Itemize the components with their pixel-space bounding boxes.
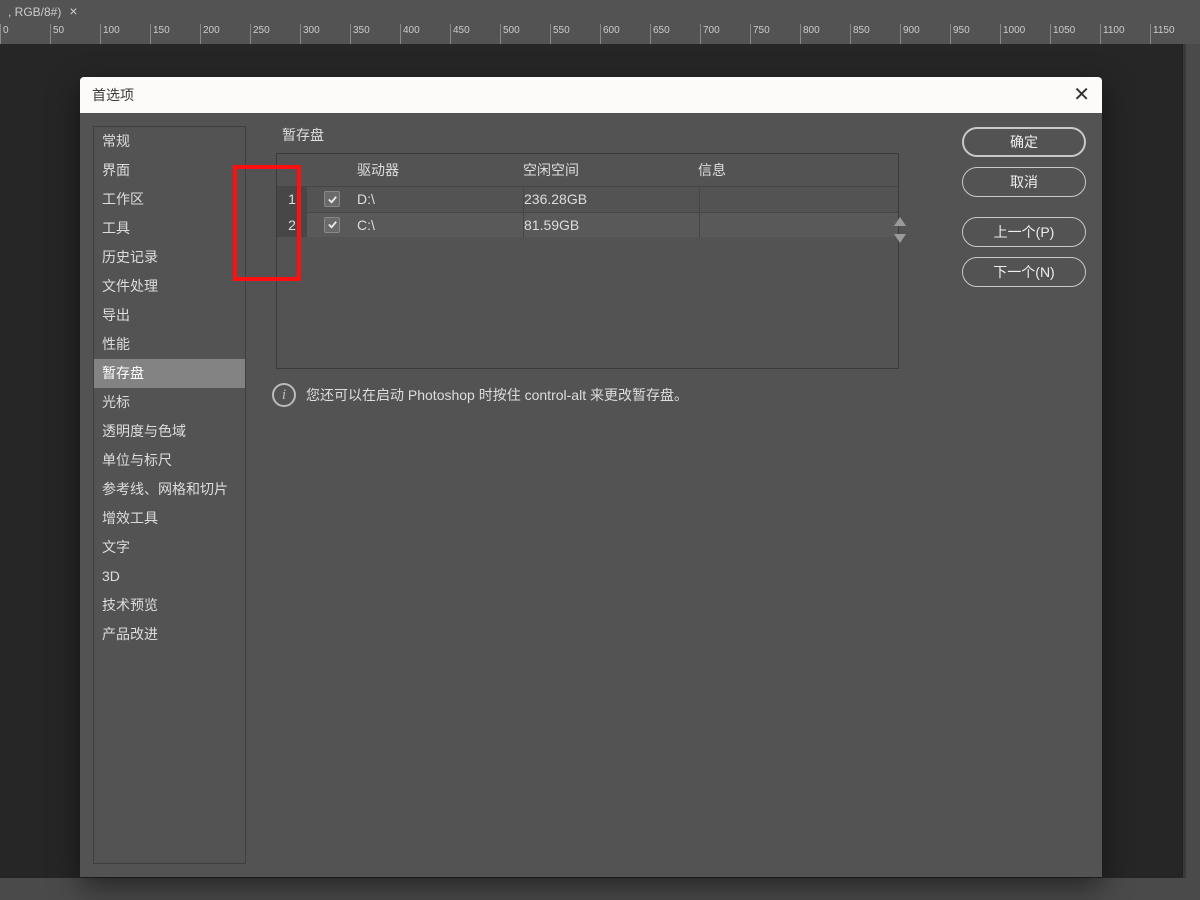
sidebar-item[interactable]: 单位与标尺 <box>94 446 245 475</box>
ok-button[interactable]: 确定 <box>962 127 1086 157</box>
scrollbar-vertical[interactable] <box>1186 44 1200 878</box>
dialog-titlebar: 首选项 ✕ <box>80 77 1102 113</box>
sidebar-item[interactable]: 光标 <box>94 388 245 417</box>
ruler-tick: 650 <box>650 24 670 44</box>
dialog-title: 首选项 <box>92 85 134 105</box>
header-free: 空闲空间 <box>523 160 698 180</box>
move-down-icon[interactable] <box>894 234 906 243</box>
table-row[interactable]: 2 C:\81.59GB <box>277 212 898 238</box>
sidebar-item[interactable]: 性能 <box>94 330 245 359</box>
preferences-dialog: 首选项 ✕ 常规界面工作区工具历史记录文件处理导出性能暂存盘光标透明度与色域单位… <box>80 77 1102 877</box>
ruler-tick: 550 <box>550 24 570 44</box>
ruler-tick: 150 <box>150 24 170 44</box>
ruler-tick: 250 <box>250 24 270 44</box>
ruler-tick: 1100 <box>1100 24 1125 44</box>
table-header: 驱动器 空闲空间 信息 <box>277 154 898 186</box>
ruler-tick: 700 <box>700 24 720 44</box>
close-icon[interactable]: ✕ <box>1073 85 1090 105</box>
info-icon: i <box>272 383 296 407</box>
checkbox[interactable] <box>324 217 340 233</box>
table-row[interactable]: 1 D:\236.28GB <box>277 186 898 212</box>
ruler-horizontal: 2001501005005010015020025030035040045050… <box>0 24 1200 44</box>
sidebar-item[interactable]: 工具 <box>94 214 245 243</box>
ruler-tick: 450 <box>450 24 470 44</box>
row-drive: D:\ <box>357 187 523 211</box>
scrollbar-horizontal[interactable] <box>0 878 1200 900</box>
row-active-cell <box>307 213 357 238</box>
sidebar-item[interactable]: 界面 <box>94 156 245 185</box>
sidebar-item[interactable]: 3D <box>94 562 245 591</box>
ruler-tick: 500 <box>500 24 520 44</box>
close-icon[interactable]: × <box>69 2 77 22</box>
header-info: 信息 <box>698 160 873 180</box>
ruler-tick: 750 <box>750 24 770 44</box>
sidebar-item[interactable]: 技术预览 <box>94 591 245 620</box>
move-up-icon[interactable] <box>894 217 906 226</box>
row-drive: C:\ <box>357 213 523 237</box>
checkbox[interactable] <box>324 191 340 207</box>
ruler-tick: 800 <box>800 24 820 44</box>
sidebar-item[interactable]: 透明度与色域 <box>94 417 245 446</box>
ruler-tick: 0 <box>0 24 9 44</box>
next-button[interactable]: 下一个(N) <box>962 257 1086 287</box>
ruler-tick: 400 <box>400 24 420 44</box>
sidebar-item[interactable]: 导出 <box>94 301 245 330</box>
ruler-tick: 300 <box>300 24 320 44</box>
row-index: 2 <box>277 213 307 238</box>
sidebar-item[interactable]: 文字 <box>94 533 245 562</box>
row-active-cell <box>307 187 357 212</box>
cancel-button[interactable]: 取消 <box>962 167 1086 197</box>
ruler-tick: 950 <box>950 24 970 44</box>
hint-row: i 您还可以在启动 Photoshop 时按住 control-alt 来更改暂… <box>272 383 944 407</box>
row-info <box>700 221 875 229</box>
ruler-tick: 600 <box>600 24 620 44</box>
ruler-tick: 200 <box>200 24 220 44</box>
sidebar-item[interactable]: 参考线、网格和切片 <box>94 475 245 504</box>
preferences-sidebar: 常规界面工作区工具历史记录文件处理导出性能暂存盘光标透明度与色域单位与标尺参考线… <box>93 126 246 864</box>
row-free: 236.28GB <box>524 187 699 211</box>
document-tab[interactable]: , RGB/8#) × <box>0 0 86 24</box>
ruler-tick: 50 <box>50 24 64 44</box>
prev-button[interactable]: 上一个(P) <box>962 217 1086 247</box>
row-info <box>700 195 875 203</box>
panel-title: 暂存盘 <box>264 125 944 145</box>
row-reorder-controls <box>894 217 906 243</box>
ruler-tick: 350 <box>350 24 370 44</box>
header-drive: 驱动器 <box>357 160 523 180</box>
document-tab-label: , RGB/8#) <box>8 4 61 21</box>
ruler-tick: 900 <box>900 24 920 44</box>
ruler-tick: 100 <box>100 24 120 44</box>
sidebar-item[interactable]: 常规 <box>94 127 245 156</box>
dialog-buttons: 确定 取消 上一个(P) 下一个(N) <box>962 113 1102 877</box>
ruler-tick: 1000 <box>1000 24 1025 44</box>
sidebar-item[interactable]: 暂存盘 <box>94 359 245 388</box>
sidebar-item[interactable]: 产品改进 <box>94 620 245 649</box>
sidebar-item[interactable]: 文件处理 <box>94 272 245 301</box>
ruler-tick: 1050 <box>1050 24 1075 44</box>
scratch-disk-table: 驱动器 空闲空间 信息 1 D:\236.28GB 2 C:\81.59GB <box>276 153 899 369</box>
ruler-tick: 1150 <box>1150 24 1175 44</box>
row-free: 81.59GB <box>524 213 699 237</box>
sidebar-item[interactable]: 工作区 <box>94 185 245 214</box>
row-index: 1 <box>277 187 307 212</box>
sidebar-item[interactable]: 历史记录 <box>94 243 245 272</box>
preferences-main: 暂存盘 驱动器 空闲空间 信息 1D:\236.28GB2C:\81.59GB … <box>246 113 962 877</box>
ruler-tick: 850 <box>850 24 870 44</box>
sidebar-item[interactable]: 增效工具 <box>94 504 245 533</box>
hint-text: 您还可以在启动 Photoshop 时按住 control-alt 来更改暂存盘… <box>306 385 688 405</box>
